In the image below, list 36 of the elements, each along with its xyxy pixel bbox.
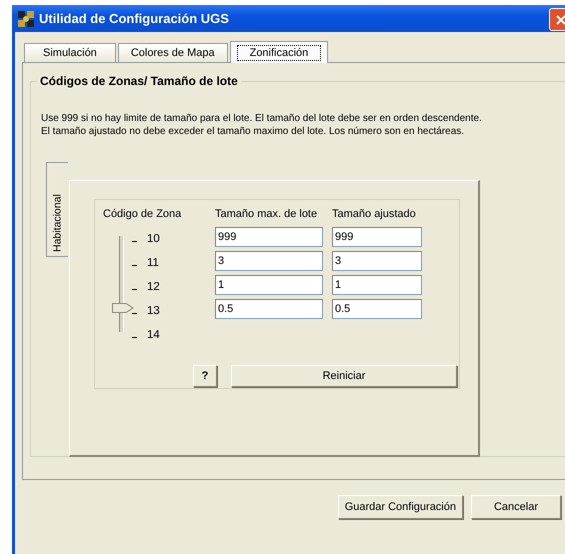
tab[interactable]: Colores de Mapa — [118, 43, 228, 62]
input-field[interactable]: 999 — [215, 227, 323, 247]
zone-code: 10 — [147, 233, 160, 245]
zone-code: 14 — [147, 329, 160, 341]
tick-mark — [132, 240, 137, 242]
dialog-button[interactable]: Guardar Configuración — [338, 495, 463, 519]
help-button[interactable]: ? — [193, 365, 217, 387]
input-field[interactable]: 1 — [332, 275, 422, 295]
input-field[interactable]: 3 — [332, 251, 422, 271]
window-title: Utilidad de Configuración UGS — [39, 11, 229, 26]
input-field[interactable]: 999 — [332, 227, 422, 247]
dialog-button[interactable]: Cancelar — [471, 495, 561, 519]
side-tab[interactable]: Habitacional — [46, 162, 68, 257]
input-field[interactable]: 0.5 — [215, 299, 323, 319]
group-title: Códigos de Zonas/ Tamaño de lote — [37, 74, 241, 88]
input-field[interactable]: 1 — [215, 275, 323, 295]
tab[interactable]: Zonificación — [230, 41, 328, 63]
zone-code: 13 — [147, 305, 160, 317]
zone-code: 11 — [147, 257, 159, 269]
column-header: Código de Zona — [103, 208, 182, 222]
tab[interactable]: Simulación — [24, 43, 116, 62]
reset-button[interactable]: Reiniciar — [231, 365, 457, 387]
tick-mark — [132, 312, 137, 314]
app-icon — [18, 10, 34, 26]
tick-mark — [132, 336, 137, 338]
description-text: Use 999 si no hay limite de tamaño para el lote. El tamaño del lote debe ser en orden descendente. — [41, 112, 482, 125]
slider-thumb[interactable] — [112, 302, 134, 314]
column-header: Tamaño max. de lote — [215, 208, 318, 222]
close-icon — [556, 14, 565, 24]
zone-code: 12 — [147, 281, 160, 293]
tick-mark — [132, 288, 137, 290]
input-field[interactable]: 0.5 — [332, 299, 422, 319]
input-field[interactable]: 3 — [215, 251, 323, 271]
column-header: Tamaño ajustado — [332, 208, 417, 222]
tick-mark — [132, 264, 137, 266]
description-text: El tamaño ajustado no debe exceder el tamaño maximo del lote. Los número son en hectáreas. — [41, 125, 464, 138]
